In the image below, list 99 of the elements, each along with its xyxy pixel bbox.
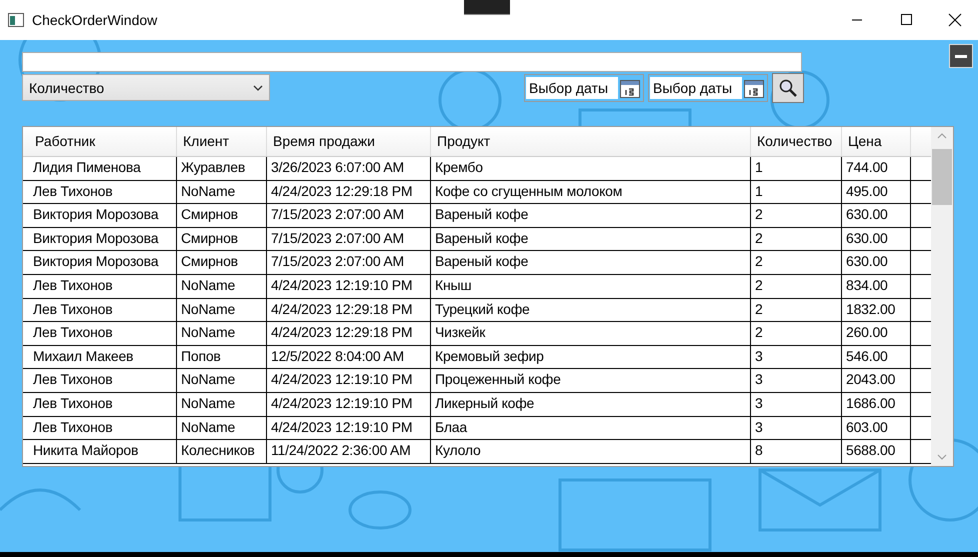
date-field[interactable]: Выбор даты	[526, 77, 618, 99]
column-header[interactable]: Клиент	[177, 127, 267, 156]
table-cell: 4/24/2023 12:19:10 PM	[267, 274, 431, 298]
table-cell: Турецкий кофе	[431, 298, 751, 322]
table-cell: Процеженный кофе	[431, 369, 751, 392]
table-cell: Кныш	[431, 274, 751, 298]
table-cell: Ликерный кофе	[431, 392, 751, 416]
table-cell: 1	[751, 180, 842, 204]
table-cell: NoName	[177, 416, 267, 440]
column-header[interactable]: Количество	[751, 127, 842, 156]
table-cell: 12/5/2022 8:04:00 AM	[267, 346, 431, 368]
table-cell: 4/24/2023 12:29:18 PM	[267, 298, 431, 322]
table-cell: 3	[751, 392, 842, 416]
table-cell: Смирнов	[177, 251, 267, 274]
table-cell: Вареный кофе	[431, 251, 751, 274]
table-cell: 4/24/2023 12:29:18 PM	[267, 322, 431, 345]
table-cell: Кулоло	[431, 440, 751, 463]
table-cell: 5688.00	[842, 440, 911, 463]
table-cell: 3	[751, 416, 842, 440]
table-cell: Вареный кофе	[431, 204, 751, 227]
table-cell: 2	[751, 251, 842, 274]
scroll-thumb[interactable]	[932, 149, 952, 205]
table-cell: 4/24/2023 12:29:18 PM	[267, 180, 431, 204]
search-button[interactable]	[772, 73, 804, 103]
sort-combobox[interactable]: Количество	[22, 74, 270, 101]
window-title: CheckOrderWindow	[32, 12, 158, 28]
search-field[interactable]	[22, 52, 802, 72]
table-cell: 8	[751, 440, 842, 463]
table-cell: 744.00	[842, 157, 911, 180]
table-cell: 630.00	[842, 228, 911, 250]
table-cell: 2	[751, 298, 842, 322]
column-header[interactable]: Продукт	[431, 127, 751, 156]
table-cell: 4/24/2023 12:19:10 PM	[267, 416, 431, 440]
table-cell: NoName	[177, 392, 267, 416]
scroll-down-icon[interactable]	[937, 454, 947, 460]
pin-button[interactable]	[949, 44, 973, 68]
table-cell: 1686.00	[842, 392, 911, 416]
table-cell: Кремовый зефир	[431, 346, 751, 368]
table-cell: Крембо	[431, 157, 751, 180]
table-cell: Лев Тихонов	[29, 416, 177, 440]
table-cell: Кофе со сгущенным молоком	[431, 180, 751, 204]
table-cell: 4/24/2023 12:19:10 PM	[267, 369, 431, 392]
table-cell: 2	[751, 204, 842, 227]
table-cell: 630.00	[842, 251, 911, 274]
table-cell: Попов	[177, 346, 267, 368]
table-cell: Лев Тихонов	[29, 180, 177, 204]
table-cell: Колесников	[177, 440, 267, 463]
table-cell: Лев Тихонов	[29, 322, 177, 345]
table-cell: Лев Тихонов	[29, 274, 177, 298]
table-cell: 4/24/2023 12:19:10 PM	[267, 392, 431, 416]
table-cell: Виктория Морозова	[29, 251, 177, 274]
table-cell: Блаа	[431, 416, 751, 440]
table-cell: Смирнов	[177, 228, 267, 250]
table-cell: 1832.00	[842, 298, 911, 322]
table-cell: Михаил Макеев	[29, 346, 177, 368]
table-cell: NoName	[177, 369, 267, 392]
table-cell: 7/15/2023 2:07:00 AM	[267, 228, 431, 250]
column-header[interactable]: Работник	[29, 127, 177, 156]
table-cell: 3	[751, 369, 842, 392]
table-cell: 1	[751, 157, 842, 180]
table-cell: 546.00	[842, 346, 911, 368]
table-cell: Никита Майоров	[29, 440, 177, 463]
chevron-down-icon	[253, 84, 263, 90]
table-cell: 495.00	[842, 180, 911, 204]
table-cell: NoName	[177, 180, 267, 204]
table-cell: NoName	[177, 274, 267, 298]
scrollbar[interactable]	[931, 127, 953, 466]
table-cell: 603.00	[842, 416, 911, 440]
table-cell: Виктория Морозова	[29, 204, 177, 227]
table-cell: Смирнов	[177, 204, 267, 227]
app-icon	[8, 13, 24, 27]
table-cell: 11/24/2022 2:36:00 AM	[267, 440, 431, 463]
table-cell: 7/15/2023 2:07:00 AM	[267, 251, 431, 274]
table-cell: 2	[751, 274, 842, 298]
table-cell: Вареный кофе	[431, 228, 751, 250]
column-header[interactable]: Цена	[842, 127, 911, 156]
table-cell: 834.00	[842, 274, 911, 298]
table-cell: Виктория Морозова	[29, 228, 177, 250]
table-cell: 3/26/2023 6:07:00 AM	[267, 157, 431, 180]
table-cell: Лидия Пименова	[29, 157, 177, 180]
table-cell: 2	[751, 228, 842, 250]
table-cell: Чизкейк	[431, 322, 751, 345]
table-cell: 260.00	[842, 322, 911, 345]
table-cell: 7/15/2023 2:07:00 AM	[267, 204, 431, 227]
search-icon	[778, 78, 798, 98]
table-cell: Журавлев	[177, 157, 267, 180]
table-cell: 3	[751, 346, 842, 368]
table-cell: 630.00	[842, 204, 911, 227]
scroll-up-icon[interactable]	[937, 133, 947, 139]
column-header[interactable]: Время продажи	[267, 127, 431, 156]
table-cell: 2	[751, 322, 842, 345]
table-cell: Лев Тихонов	[29, 298, 177, 322]
drag-handle[interactable]	[464, 0, 510, 15]
table-cell: 2043.00	[842, 369, 911, 392]
table-cell: NoName	[177, 322, 267, 345]
table-cell: NoName	[177, 298, 267, 322]
table-cell: Лев Тихонов	[29, 369, 177, 392]
date-field[interactable]: Выбор даты	[650, 77, 742, 99]
table-cell: Лев Тихонов	[29, 392, 177, 416]
